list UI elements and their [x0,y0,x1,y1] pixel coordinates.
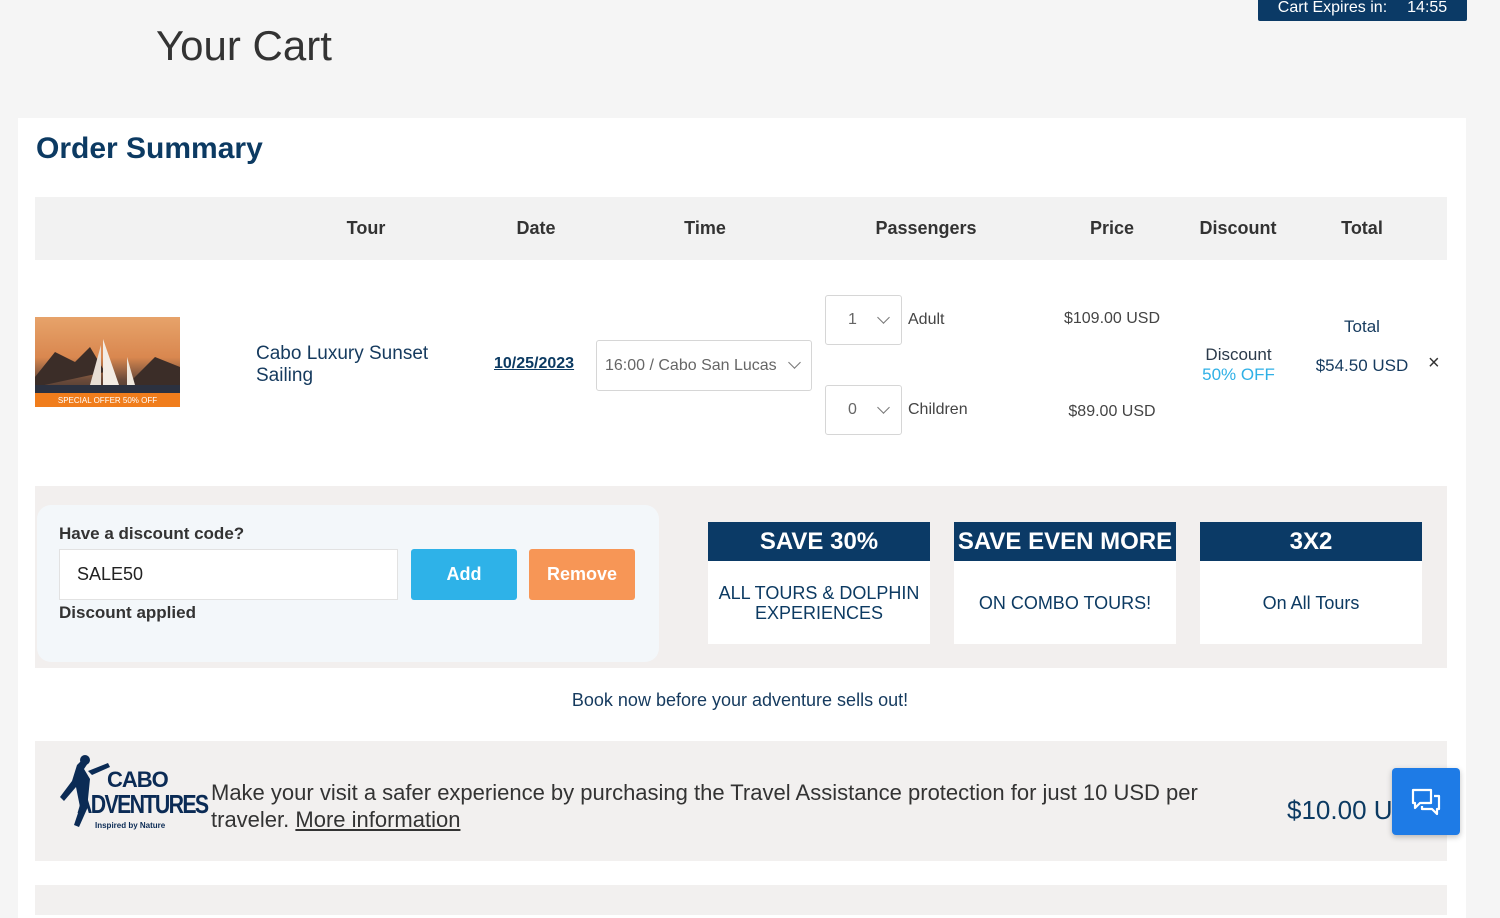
tour-date-link[interactable]: 10/25/2023 [494,355,574,373]
discount-code-input[interactable]: SALE50 [59,549,398,600]
promo-card-save-30[interactable]: SAVE 30% ALL TOURS & DOLPHIN EXPERIENCES [708,522,930,644]
discount-percent: 50% OFF [1202,365,1275,384]
logo-text-adventures: ADVENTURES [77,789,209,819]
promo-text: ON COMBO TOURS! [978,592,1152,613]
column-time: Time [684,218,726,238]
column-discount: Discount [1199,218,1277,238]
chevron-down-icon [788,356,801,369]
promo-title: SAVE EVEN MORE [954,522,1176,561]
promo-title: SAVE 30% [708,522,930,561]
children-quantity-select[interactable]: 0 [825,385,902,435]
chat-bubbles-icon [1411,788,1441,815]
discount-label: Discount [1205,345,1272,364]
adult-label: Adult [908,311,945,328]
cabo-adventures-logo: CABO ADVENTURES Inspired by Nature [55,753,209,839]
order-summary-title: Order Summary [36,132,263,165]
close-icon[interactable]: × [1428,352,1440,375]
children-price: $89.00 USD [1068,403,1156,420]
promo-card-3x2[interactable]: 3X2 On All Tours [1200,522,1422,644]
travel-assistance-text: Make your visit a safer experience by pu… [211,779,1221,833]
column-date: Date [516,218,556,238]
cart-expires-badge: Cart Expires in: 14:55 [1258,0,1467,21]
column-price: Price [1089,218,1135,238]
next-section-strip [35,885,1447,915]
children-quantity-value: 0 [848,401,857,418]
promo-title: 3X2 [1200,522,1422,561]
promo-text: On All Tours [1262,592,1360,613]
cart-expires-value: 14:55 [1407,0,1448,16]
tour-thumbnail: SPECIAL OFFER 50% OFF [35,317,180,407]
column-passengers: Passengers [875,218,977,238]
promo-text: ALL TOURS & DOLPHIN EXPERIENCES [718,582,920,623]
promo-card-combo[interactable]: SAVE EVEN MORE ON COMBO TOURS! [954,522,1176,644]
column-tour: Tour [346,218,386,238]
remove-discount-button[interactable]: Remove [529,549,635,600]
more-information-link[interactable]: More information [295,807,460,832]
adult-quantity-select[interactable]: 1 [825,295,902,345]
adult-quantity-value: 1 [848,311,857,328]
add-discount-button[interactable]: Add [411,549,517,600]
special-offer-ribbon: SPECIAL OFFER 50% OFF [35,393,180,407]
tour-name[interactable]: Cabo Luxury Sunset Sailing [256,343,456,387]
book-now-message: Book now before your adventure sells out… [571,690,909,710]
assistance-price: $10.00 U [1287,795,1393,825]
chevron-down-icon [877,401,890,414]
children-label: Children [908,401,968,418]
order-table-header: Tour Date Time Passengers Price Discount… [35,197,1447,260]
logo-text-cabo: CABO [107,767,169,792]
page-title: Your Cart [156,22,332,69]
total-value: $54.50 USD [1315,356,1409,375]
logo-tagline: Inspired by Nature [95,821,166,830]
column-total: Total [1341,218,1383,238]
discount-cell: Discount 50% OFF [1180,345,1297,385]
discount-status: Discount applied [59,603,196,622]
cart-expires-label: Cart Expires in: [1277,0,1388,16]
time-select-value: 16:00 / Cabo San Lucas [605,356,777,374]
discount-code-label: Have a discount code? [59,524,245,543]
total-label: Total [1344,317,1380,336]
chat-button[interactable] [1392,768,1460,835]
time-select[interactable]: 16:00 / Cabo San Lucas [596,340,812,391]
adult-price: $109.00 USD [1063,310,1161,327]
chevron-down-icon [877,311,890,324]
total-cell: Total $54.50 USD [1300,317,1424,376]
